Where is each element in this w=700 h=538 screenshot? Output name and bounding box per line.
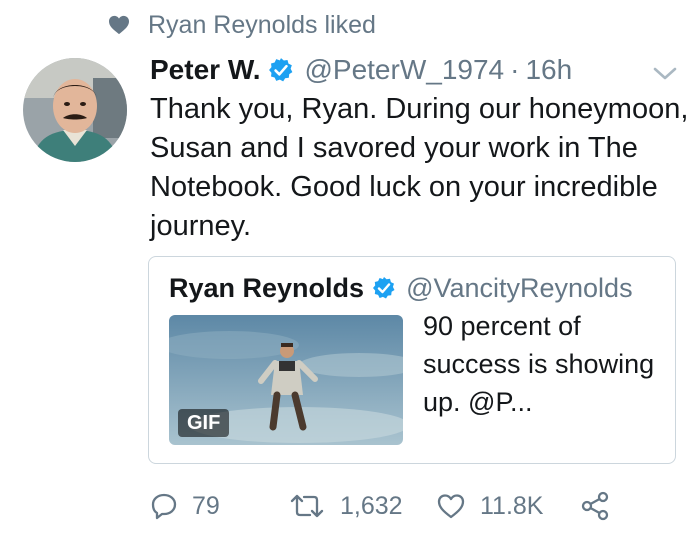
quoted-tweet-text: 90 percent of success is showing up. @P.… bbox=[423, 311, 655, 417]
reply-button[interactable]: 79 bbox=[150, 484, 220, 528]
social-context-label: Ryan Reynolds liked bbox=[148, 11, 376, 39]
heart-icon bbox=[109, 15, 129, 35]
social-context: Ryan Reynolds liked bbox=[108, 10, 376, 40]
verified-badge-icon bbox=[269, 58, 293, 82]
author-handle[interactable]: @PeterW_1974 bbox=[304, 54, 504, 86]
share-icon bbox=[581, 491, 609, 521]
chevron-down-icon[interactable] bbox=[652, 66, 678, 82]
quoted-tweet[interactable]: Ryan Reynolds @VancityReynolds GIF 90 pe… bbox=[148, 256, 676, 464]
verified-badge-icon bbox=[373, 277, 395, 299]
retweet-count: 1,632 bbox=[340, 491, 403, 520]
gif-badge: GIF bbox=[178, 409, 230, 437]
gif-thumbnail[interactable]: GIF bbox=[169, 315, 403, 445]
timestamp[interactable]: 16h bbox=[525, 54, 572, 86]
tweet-actions: 79 1,632 11.8K bbox=[0, 484, 700, 528]
tweet-header: Peter W. @PeterW_1974 · 16h bbox=[150, 50, 572, 90]
retweet-button[interactable]: 1,632 bbox=[288, 484, 403, 528]
like-icon bbox=[437, 494, 465, 519]
quoted-tweet-header: Ryan Reynolds @VancityReynolds bbox=[169, 269, 633, 307]
separator-dot: · bbox=[510, 54, 520, 85]
quoted-author-name: Ryan Reynolds bbox=[169, 272, 365, 303]
like-button[interactable]: 11.8K bbox=[436, 484, 543, 528]
tweet-text: Thank you, Ryan. During our honeymoon, S… bbox=[150, 93, 689, 242]
reply-icon bbox=[151, 493, 177, 520]
share-button[interactable] bbox=[580, 484, 610, 528]
reply-count: 79 bbox=[192, 491, 220, 520]
like-count: 11.8K bbox=[480, 491, 544, 520]
author-name[interactable]: Peter W. bbox=[150, 54, 260, 86]
avatar[interactable] bbox=[23, 58, 127, 162]
quoted-author-handle: @VancityReynolds bbox=[406, 272, 633, 303]
retweet-icon bbox=[290, 494, 324, 518]
